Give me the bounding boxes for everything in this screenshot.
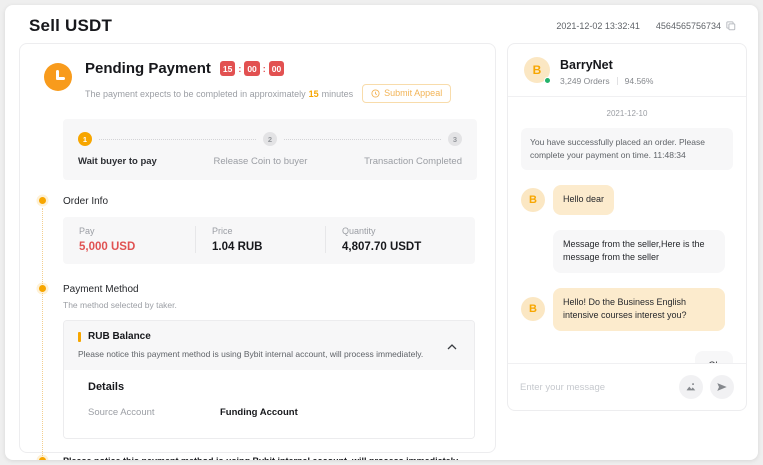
peer-stats: 3,249 Orders 94.56%	[560, 76, 653, 86]
step-connector	[99, 139, 256, 140]
pending-clock-icon	[44, 63, 72, 91]
payment-method-subtitle: The method selected by taker.	[63, 300, 475, 310]
step-3-label: Transaction Completed	[364, 156, 462, 167]
details-title: Details	[88, 381, 450, 393]
image-icon	[685, 381, 697, 393]
step-1-circle: 1	[78, 132, 92, 146]
attach-image-button[interactable]	[679, 375, 703, 399]
chat-date: 2021-12-10	[521, 109, 733, 118]
chat-message-row: B Hello! Do the Business English intensi…	[521, 288, 733, 331]
self-message: Ok	[695, 351, 733, 363]
order-detail-card: Pending Payment 15 : 00 : 00 The payment…	[19, 43, 496, 453]
price-label: Price	[212, 226, 325, 236]
chat-header: B BarryNet 3,249 Orders 94.56%	[508, 44, 746, 97]
method-card: RUB Balance Please notice this payment m…	[63, 320, 475, 439]
appeal-clock-icon	[371, 89, 380, 98]
peer-rate: 94.56%	[625, 76, 654, 86]
peer-message: Hello dear	[553, 185, 614, 215]
peer-avatar-small: B	[521, 297, 545, 321]
top-bar: Sell USDT 2021-12-02 13:32:41 4564565756…	[5, 5, 758, 42]
progress-stepper: 1 2 3 Wait buyer to pay Release Coin to …	[63, 119, 477, 180]
pending-payment-header: Pending Payment 15 : 00 : 00 The payment…	[40, 60, 475, 103]
chat-panel: B BarryNet 3,249 Orders 94.56% 2021-12-1…	[507, 43, 747, 411]
footer-note: Please notice this payment method is usi…	[63, 456, 475, 460]
self-message-row: Ok	[521, 351, 733, 363]
payment-method-title: Payment Method	[63, 284, 475, 295]
online-status-dot	[544, 77, 551, 84]
timeline-dot	[39, 457, 46, 460]
peer-avatar: B	[524, 57, 550, 83]
peer-message: Hello! Do the Business English intensive…	[553, 288, 725, 331]
step-1-label: Wait buyer to pay	[78, 156, 157, 167]
order-timestamp: 2021-12-02 13:32:41	[556, 21, 640, 31]
minutes-highlight: 15	[309, 89, 319, 99]
chat-messages: 2021-12-10 You have successfully placed …	[508, 97, 746, 363]
stats-divider	[617, 77, 618, 85]
footer-note-section: Please notice this payment method is usi…	[63, 456, 475, 460]
peer-avatar-small: B	[521, 188, 545, 212]
timer-hours: 15	[220, 61, 235, 76]
chat-message-row: B Hello dear	[521, 185, 733, 215]
order-info-title: Order Info	[63, 196, 475, 207]
payment-method-section: Payment Method The method selected by ta…	[63, 284, 475, 439]
timer-minutes: 00	[244, 61, 259, 76]
send-message-button[interactable]	[710, 375, 734, 399]
seller-note-message: Message from the seller,Here is the mess…	[553, 230, 725, 273]
method-note: Please notice this payment method is usi…	[78, 349, 460, 359]
send-icon	[716, 381, 728, 393]
countdown-timer: 15 : 00 : 00	[220, 61, 284, 76]
pay-label: Pay	[79, 226, 195, 236]
method-details: Details Source Account Funding Account	[64, 370, 474, 438]
pay-value: 5,000 USD	[79, 241, 195, 253]
chevron-up-icon[interactable]	[447, 337, 457, 355]
method-accent-bar	[78, 332, 81, 342]
message-input[interactable]	[520, 382, 672, 393]
system-message: You have successfully placed an order. P…	[521, 128, 733, 170]
order-info-panel: Pay 5,000 USD Price 1.04 RUB Quantity 4,…	[63, 217, 475, 264]
timer-seconds: 00	[269, 61, 284, 76]
quantity-label: Quantity	[342, 226, 475, 236]
order-timeline: Order Info Pay 5,000 USD Price 1.04 RUB …	[40, 196, 475, 460]
order-meta: 2021-12-02 13:32:41 4564565756734	[556, 21, 736, 31]
method-card-header[interactable]: RUB Balance Please notice this payment m…	[64, 321, 474, 370]
timeline-dot	[39, 285, 46, 292]
page-title: Sell USDT	[29, 16, 112, 36]
step-connector	[284, 139, 441, 140]
step-2-circle: 2	[263, 132, 277, 146]
step-2-label: Release Coin to buyer	[213, 156, 307, 167]
step-3-circle: 3	[448, 132, 462, 146]
quantity-value: 4,807.70 USDT	[342, 241, 475, 253]
seller-note-row: Message from the seller,Here is the mess…	[553, 230, 733, 273]
method-name: RUB Balance	[88, 331, 151, 342]
peer-name: BarryNet	[560, 58, 653, 72]
price-value: 1.04 RUB	[212, 241, 325, 253]
timeline-dot	[39, 197, 46, 204]
peer-orders: 3,249 Orders	[560, 76, 610, 86]
timeline-line	[42, 208, 43, 460]
submit-appeal-button[interactable]: Submit Appeal	[362, 84, 451, 103]
pending-payment-title: Pending Payment	[85, 60, 211, 77]
chat-input-bar	[508, 363, 746, 410]
order-info-section: Order Info Pay 5,000 USD Price 1.04 RUB …	[63, 196, 475, 264]
source-account-value: Funding Account	[220, 407, 298, 418]
pending-subtitle: The payment expects to be completed in a…	[85, 84, 451, 103]
order-page: Sell USDT 2021-12-02 13:32:41 4564565756…	[5, 5, 758, 460]
copy-icon[interactable]	[726, 21, 736, 31]
order-number: 4564565756734	[656, 21, 721, 31]
source-account-label: Source Account	[88, 407, 220, 418]
